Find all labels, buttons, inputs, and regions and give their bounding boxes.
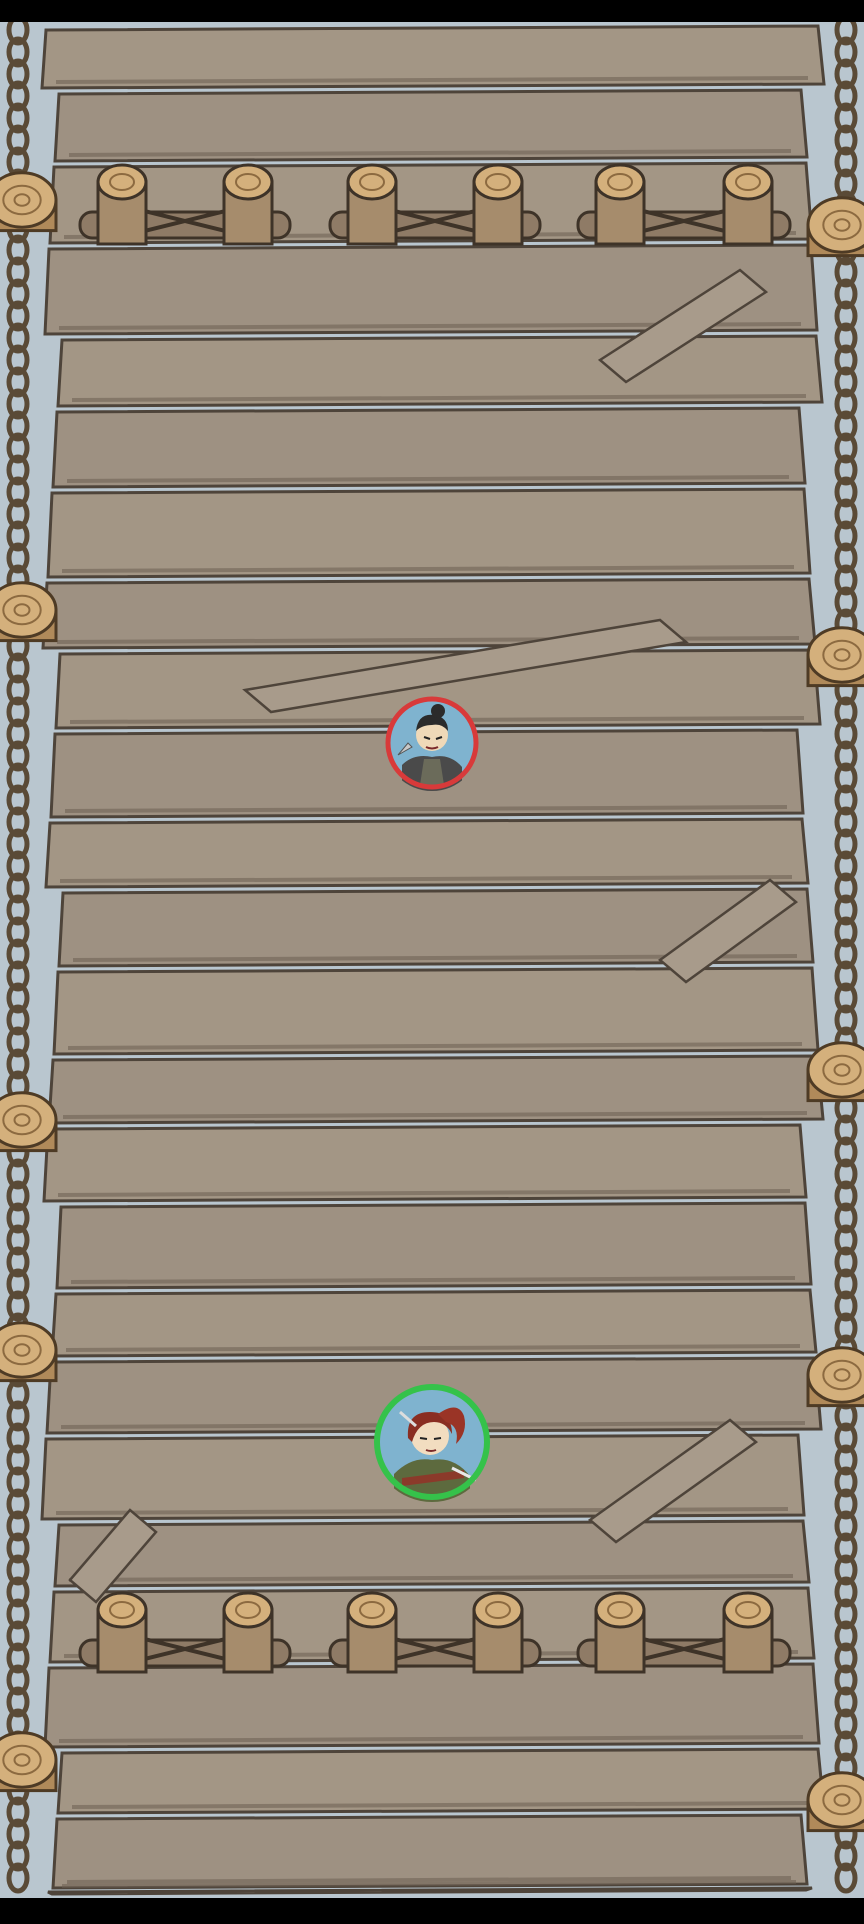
barricade-post-top	[472, 1591, 524, 1629]
barricade-post-top	[722, 1591, 774, 1629]
bridge-board	[0, 14, 864, 1898]
barricade-post-top	[722, 163, 774, 201]
enemy-ninja-portrait-icon	[385, 696, 479, 791]
player-swordswoman-token[interactable]	[372, 1382, 492, 1502]
right-rope-post	[806, 626, 864, 684]
right-rope-post	[806, 1771, 864, 1829]
barricade-post-top	[346, 1591, 398, 1629]
barricade-post-top	[472, 163, 524, 201]
barricade-post-top	[222, 1591, 274, 1629]
bridge-plank	[51, 406, 807, 489]
game-scene	[0, 0, 864, 1920]
right-rope-post	[806, 1041, 864, 1099]
barricade-post-top	[96, 1591, 148, 1629]
barricade-post-top	[594, 163, 646, 201]
barricade-post-top	[594, 1591, 646, 1629]
bridge-plank	[46, 487, 812, 579]
navigation-bar	[0, 1898, 864, 1920]
right-rope-post	[806, 196, 864, 254]
status-bar	[0, 0, 864, 22]
bridge-plank	[52, 966, 820, 1056]
left-rope-post	[0, 1731, 58, 1789]
left-rope-post	[0, 1321, 58, 1379]
bridge-plank	[43, 1662, 821, 1749]
left-rope-post	[0, 581, 58, 639]
right-rope-post	[806, 1346, 864, 1404]
barricade-post-top	[96, 163, 148, 201]
enemy-ninja-token[interactable]	[384, 695, 480, 791]
barricade-post-top	[222, 163, 274, 201]
player-swordswoman-portrait-icon	[374, 1384, 490, 1502]
left-rope-post	[0, 1091, 58, 1149]
bridge-plank	[55, 1201, 813, 1290]
left-rope-post	[0, 171, 58, 229]
barricade-post-top	[346, 163, 398, 201]
